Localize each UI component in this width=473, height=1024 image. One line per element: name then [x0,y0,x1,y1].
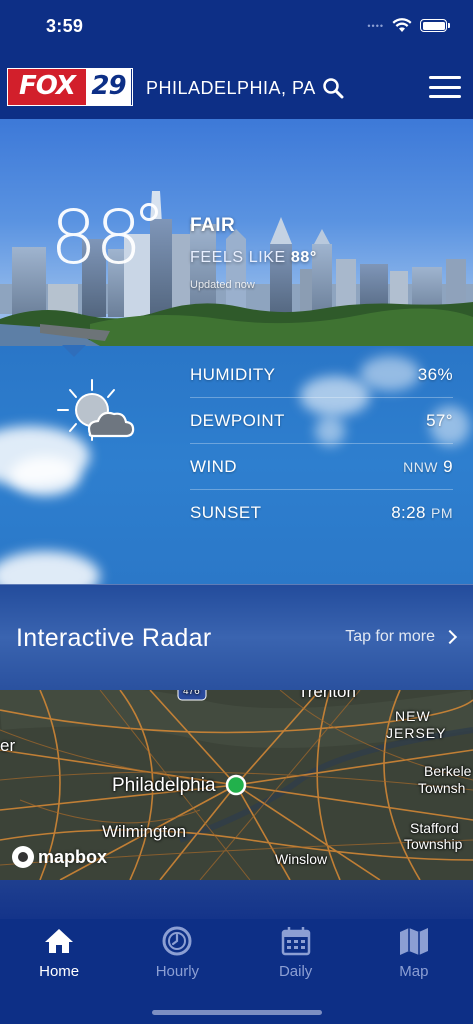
home-indicator[interactable] [152,1010,322,1015]
stat-row-humidity: HUMIDITY 36% [190,352,453,398]
logo-number-text: 29 [86,69,131,105]
stat-label: DEWPOINT [190,410,285,430]
degree-symbol [140,203,158,221]
feels-like-value: 88° [290,249,317,266]
tab-daily[interactable]: Daily [237,919,355,1024]
map-shield-label: 476 [183,690,200,697]
hero-pointer [62,345,86,357]
stat-label: WIND [190,456,237,476]
feels-like-label: FEELS LIKE [190,249,286,266]
stat-value: 36% [417,364,453,384]
map-label-winslow: Winslow [275,851,328,867]
stat-list: HUMIDITY 36% DEWPOINT 57° WIND NNW 9 SUN… [190,352,453,536]
radar-more-link[interactable]: Tap for more [345,628,458,646]
tab-home[interactable]: Home [0,919,118,1024]
map-label-berkeley-township: Townsh [418,780,466,796]
status-bar: 3:59 •••• [0,0,473,54]
updated-timestamp: Updated now [190,279,255,291]
tab-hourly[interactable]: Hourly [118,919,236,1024]
stat-value: NNW 9 [403,456,453,476]
search-icon[interactable] [322,77,344,99]
radar-map-preview[interactable]: 476 Trenton er NEW JERSEY Philadelphia B… [0,690,473,880]
hamburger-menu-icon[interactable] [429,76,461,98]
tab-label: Map [399,963,429,980]
stat-row-dewpoint: DEWPOINT 57° [190,398,453,444]
mapbox-logo-icon [12,846,34,868]
stat-value: 57° [426,410,453,430]
map-icon [399,928,428,955]
logo-fox-text: FOX [8,69,86,105]
stat-label: HUMIDITY [190,364,276,384]
stat-value: 8:28 PM [391,503,453,522]
stat-row-sunset: SUNSET 8:28 PM [190,490,453,536]
home-icon [45,929,74,953]
calendar-icon [281,927,310,956]
tab-map[interactable]: Map [355,919,473,1024]
map-label-new: NEW [395,708,431,724]
partly-cloudy-icon [57,379,135,441]
condition-label: FAIR [190,215,236,236]
current-conditions-hero: 88 FAIR FEELS LIKE 88° Updated now [0,119,473,346]
stat-label: SUNSET [190,503,262,522]
interactive-radar-button[interactable]: Interactive Radar Tap for more [0,584,473,690]
radar-title: Interactive Radar [16,624,212,652]
map-label-trenton: Trenton [298,690,356,701]
stat-row-wind: WIND NNW 9 [190,444,453,490]
content-footer-strip [0,880,473,919]
clock-icon [162,926,192,956]
battery-icon [420,19,450,32]
tab-label: Home [39,963,80,980]
chevron-right-icon [442,629,458,645]
status-icons: •••• [367,18,450,33]
weather-details-panel: HUMIDITY 36% DEWPOINT 57° WIND NNW 9 SUN… [0,346,473,584]
current-temperature: 88 [50,195,142,281]
app-header: FOX 29 PHILADELPHIA, PA [0,54,473,119]
tab-label: Daily [278,963,313,980]
map-label-philadelphia: Philadelphia [112,775,216,796]
tab-label: Hourly [155,963,200,980]
mapbox-attribution[interactable]: mapbox [12,846,107,868]
location-label: PHILADELPHIA, PA [146,77,316,98]
signal-icon: •••• [367,20,384,31]
fox29-logo[interactable]: FOX 29 [7,68,133,106]
map-label-left: er [0,736,16,755]
feels-like: FEELS LIKE 88° [190,249,317,267]
map-label-wilmington: Wilmington [102,822,187,841]
wifi-icon [392,18,412,32]
bottom-tab-bar: Home Hourly Daily Map [0,919,473,1024]
location-selector[interactable]: PHILADELPHIA, PA [146,77,344,99]
map-label-berkeley: Berkele [424,763,472,779]
status-time: 3:59 [46,16,84,36]
map-label-jersey: JERSEY [386,725,447,741]
map-label-stafford: Stafford [410,820,459,836]
map-label-stafford-township: Township [404,836,463,852]
